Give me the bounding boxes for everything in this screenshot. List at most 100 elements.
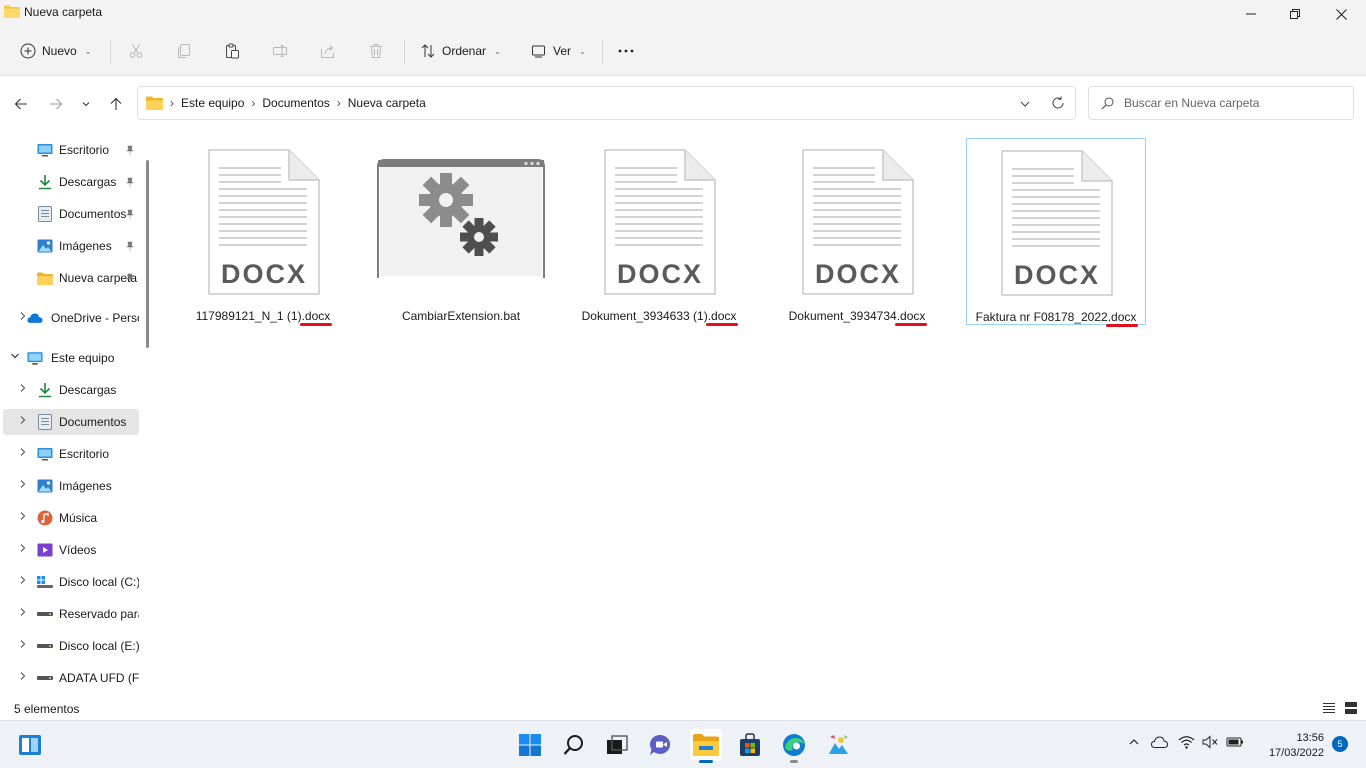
this-pc-item[interactable]: Reservado para el sistema <box>3 601 139 627</box>
folder-icon <box>146 96 163 110</box>
chevron-down-icon: ⌄ <box>494 46 501 56</box>
edge-button[interactable] <box>778 729 810 763</box>
widgets-button[interactable] <box>14 729 46 761</box>
breadcrumb-documents[interactable]: Documentos <box>262 96 329 110</box>
chevron-down-icon[interactable] <box>10 351 20 364</box>
sort-button[interactable]: Ordenar ⌄ <box>420 36 501 66</box>
sidebar-item-onedrive[interactable]: OneDrive - Personal <box>3 305 139 331</box>
download-icon <box>37 382 53 398</box>
forward-button[interactable] <box>44 93 68 115</box>
this-pc-item[interactable]: ADATA UFD (F:) <box>3 665 139 691</box>
search-icon <box>563 735 583 755</box>
chevron-right-icon[interactable] <box>18 543 28 556</box>
search-box[interactable] <box>1088 86 1354 120</box>
quick-access-item[interactable]: Escritorio <box>3 137 139 163</box>
up-button[interactable] <box>104 93 128 115</box>
this-pc-item[interactable]: Disco local (C:) <box>3 569 139 595</box>
chevron-right-icon[interactable] <box>18 575 28 588</box>
chevron-right-icon[interactable] <box>18 607 28 620</box>
minimize-button[interactable] <box>1228 0 1274 28</box>
this-pc-item[interactable]: Vídeos <box>3 537 139 563</box>
copy-button[interactable] <box>176 36 192 66</box>
chevron-right-icon[interactable] <box>18 415 28 428</box>
this-pc-item[interactable]: Documentos <box>3 409 139 435</box>
chevron-right-icon[interactable] <box>18 511 28 524</box>
chevron-right-icon[interactable] <box>18 383 28 396</box>
volume-tray-button[interactable] <box>1202 735 1218 752</box>
chevron-down-icon[interactable] <box>1019 98 1031 110</box>
pin-icon <box>125 177 135 190</box>
this-pc-item[interactable]: Descargas <box>3 377 139 403</box>
details-view-button[interactable] <box>1321 700 1337 716</box>
photos-button[interactable] <box>822 729 854 761</box>
breadcrumb-current-folder[interactable]: Nueva carpeta <box>348 96 426 110</box>
this-pc-item[interactable]: Música <box>3 505 139 531</box>
restore-button[interactable] <box>1272 0 1318 28</box>
file-item[interactable]: DOCX Faktura nr F08178_2022.docx <box>966 138 1146 327</box>
svg-text:DOCX: DOCX <box>221 259 307 289</box>
sidebar-scrollbar[interactable] <box>146 160 149 348</box>
chevron-right-icon[interactable] <box>18 447 28 460</box>
svg-text:DOCX: DOCX <box>1014 260 1100 290</box>
sidebar-item-label: Imágenes <box>59 239 112 253</box>
address-bar[interactable]: › Este equipo › Documentos › Nueva carpe… <box>137 86 1076 120</box>
quick-access-item[interactable]: Descargas <box>3 169 139 195</box>
breadcrumb-this-pc[interactable]: Este equipo <box>181 96 244 110</box>
new-button[interactable]: Nuevo ⌄ <box>20 36 91 66</box>
paste-button[interactable] <box>224 36 240 66</box>
rename-button[interactable] <box>272 36 288 66</box>
chevron-right-icon[interactable] <box>18 639 28 652</box>
pin-icon <box>125 273 135 286</box>
back-button[interactable] <box>9 93 33 115</box>
recent-locations-button[interactable] <box>74 93 98 115</box>
refresh-icon[interactable] <box>1051 96 1065 110</box>
chevron-right-icon[interactable] <box>18 479 28 492</box>
start-button[interactable] <box>514 729 546 761</box>
file-item[interactable]: DOCX Dokument_3934633 (1).docx <box>569 138 749 326</box>
this-pc-item[interactable]: Imágenes <box>3 473 139 499</box>
this-pc-item[interactable]: Disco local (E:) <box>3 633 139 659</box>
quick-access-item[interactable]: Imágenes <box>3 233 139 259</box>
delete-button[interactable] <box>368 36 384 66</box>
arrow-up-icon <box>110 97 122 110</box>
view-icon <box>532 45 545 58</box>
videos-icon <box>37 542 53 558</box>
sidebar-item-label: Imágenes <box>59 479 112 493</box>
more-options-button[interactable] <box>617 36 635 66</box>
chevron-right-icon[interactable] <box>18 671 28 684</box>
quick-access-item[interactable]: Documentos <box>3 201 139 227</box>
tiles-view-button[interactable] <box>1343 700 1359 716</box>
share-button[interactable] <box>320 36 336 66</box>
music-icon <box>37 510 53 526</box>
view-button[interactable]: Ver ⌄ <box>531 36 586 66</box>
file-item[interactable]: CambiarExtension.bat <box>371 138 551 325</box>
cut-button[interactable] <box>128 36 144 66</box>
search-input[interactable] <box>1124 96 1344 110</box>
task-view-button[interactable] <box>601 729 633 761</box>
this-pc-item[interactable]: Escritorio <box>3 441 139 467</box>
search-button[interactable] <box>558 729 590 761</box>
chat-button[interactable] <box>645 729 677 761</box>
pin-icon <box>125 145 135 158</box>
photos-icon <box>829 735 848 754</box>
divider <box>404 40 405 64</box>
quick-access-item[interactable]: Nueva carpeta <box>3 265 139 291</box>
sidebar-item-this-pc[interactable]: Este equipo <box>3 345 139 371</box>
file-item[interactable]: DOCX 117989121_N_1 (1).docx <box>173 138 353 326</box>
clock[interactable]: 13:56 17/03/2022 <box>1262 731 1324 761</box>
docx-file-icon: DOCX <box>569 148 749 298</box>
notification-badge[interactable]: 5 <box>1332 736 1348 752</box>
extension-highlight-underline <box>894 323 928 326</box>
clock-time: 13:56 <box>1296 732 1324 744</box>
network-tray-button[interactable] <box>1178 735 1195 752</box>
sidebar-item-label: OneDrive - Personal <box>51 311 139 325</box>
file-item[interactable]: DOCX Dokument_3934734.docx <box>767 138 947 326</box>
paste-icon <box>226 43 239 59</box>
battery-tray-button[interactable] <box>1226 735 1244 752</box>
onedrive-tray-button[interactable] <box>1150 736 1169 751</box>
show-hidden-icons-button[interactable] <box>1128 736 1140 751</box>
close-button[interactable] <box>1318 0 1364 28</box>
chevron-down-icon: ⌄ <box>579 46 586 56</box>
file-explorer-taskbar-button[interactable] <box>690 729 722 763</box>
store-button[interactable] <box>734 729 766 761</box>
